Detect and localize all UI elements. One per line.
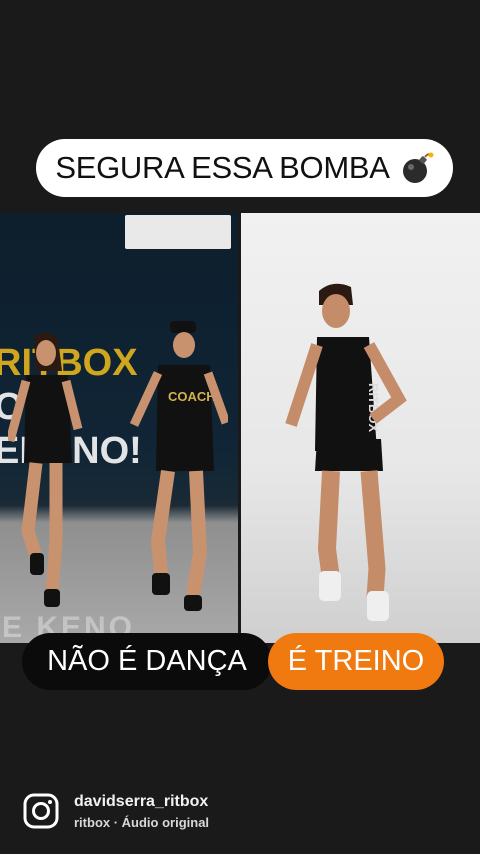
right-video-panel: RITBOX (241, 213, 480, 643)
username-link[interactable]: davidserra_ritbox (74, 793, 209, 811)
attribution[interactable]: davidserra_ritbox ritbox · Áudio origina… (22, 792, 209, 830)
tag-e-treino: É TREINO (268, 633, 444, 690)
dancer-left (8, 332, 83, 607)
tag-nao-e-danca: NÃO É DANÇA (22, 633, 272, 690)
svg-text:COACH: COACH (168, 389, 216, 404)
air-conditioner (125, 215, 231, 249)
instagram-icon[interactable] (22, 792, 60, 830)
trainer-right: RITBOX (285, 283, 407, 621)
tag-left-text: NÃO É DANÇA (47, 645, 247, 677)
bomb-icon (402, 152, 434, 183)
title-pill: SEGURA ESSA BOMBA (36, 139, 453, 197)
story-title: SEGURA ESSA BOMBA (55, 150, 390, 185)
audio-label[interactable]: ritbox · Áudio original (74, 815, 209, 830)
tag-right-text: É TREINO (287, 645, 425, 677)
attribution-text: davidserra_ritbox ritbox · Áudio origina… (74, 793, 209, 830)
left-video-panel: RITBOX O E ERENO! E KENO COACH (0, 213, 238, 643)
dancer-center: COACH (129, 321, 228, 611)
video-area: RITBOX O E ERENO! E KENO COACH (0, 213, 480, 643)
